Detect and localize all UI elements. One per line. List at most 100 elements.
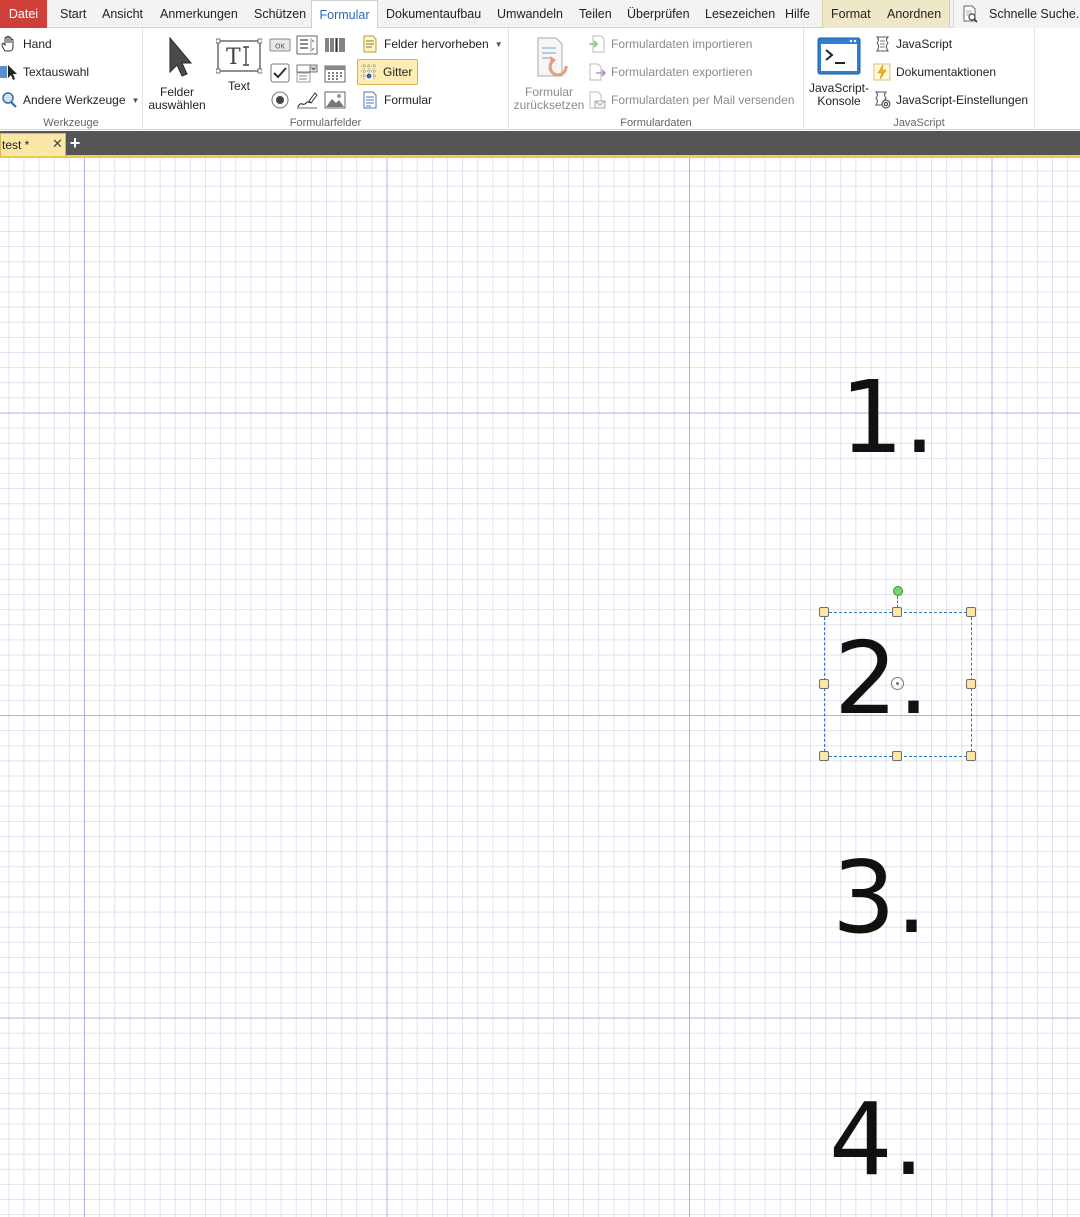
text-cursor-icon xyxy=(0,65,17,80)
form-button[interactable]: Formular xyxy=(361,88,432,112)
image-field-icon[interactable] xyxy=(324,90,346,110)
hand-icon xyxy=(1,35,14,52)
resize-handle-left[interactable] xyxy=(819,679,829,689)
resize-handle-right[interactable] xyxy=(966,679,976,689)
group-label-werkzeuge: Werkzeuge xyxy=(43,117,99,129)
list-box-icon[interactable] xyxy=(296,35,318,55)
document-search-icon xyxy=(963,5,978,23)
group-formulardaten: Formular zurücksetzen Formulardaten impo… xyxy=(509,28,804,130)
group-label-formulardaten: Formulardaten xyxy=(620,117,692,129)
tab-dokumentaufbau[interactable]: Dokumentaufbau xyxy=(386,0,481,28)
tab-teilen[interactable]: Teilen xyxy=(579,0,612,28)
group-label-javascript: JavaScript xyxy=(893,117,945,129)
document-tab-strip: test * ✕ + xyxy=(0,131,1080,158)
chevron-down-icon: ▼ xyxy=(131,95,140,105)
grid-icon xyxy=(361,64,377,80)
document-tab-label: test * xyxy=(2,138,30,152)
list-number-1: 1. xyxy=(840,359,936,476)
highlight-fields-dropdown[interactable]: Felder hervorheben ▼ xyxy=(361,32,503,56)
list-number-4: 4. xyxy=(829,1081,925,1198)
close-icon[interactable]: ✕ xyxy=(52,136,63,152)
javascript-settings-button[interactable]: JavaScript-Einstellungen xyxy=(873,88,1028,112)
tab-start[interactable]: Start xyxy=(60,0,86,28)
import-icon xyxy=(589,35,605,53)
import-form-data-button[interactable]: Formulardaten importieren xyxy=(588,32,752,56)
tab-anordnen[interactable]: Anordnen xyxy=(887,0,941,28)
ok-icon-label: OK xyxy=(275,43,286,51)
barcode-icon[interactable] xyxy=(324,35,346,55)
javascript-console-label-2: Konsole xyxy=(817,94,861,108)
form-document-icon xyxy=(363,91,377,109)
hand-tool-label: Hand xyxy=(23,37,52,51)
tab-ueberpruefen[interactable]: Überprüfen xyxy=(627,0,690,28)
javascript-label: JavaScript xyxy=(896,37,953,51)
combo-box-icon[interactable] xyxy=(296,63,318,83)
quick-search[interactable]: Schnelle Suche... xyxy=(953,0,1080,28)
ribbon: Hand Textauswahl Andere Werkzeuge ▼ Werk… xyxy=(0,28,1080,130)
text-select-tool-label: Textauswahl xyxy=(23,65,90,79)
date-field-icon[interactable] xyxy=(324,63,346,83)
text-field-label: Text xyxy=(227,79,250,93)
grid-toggle-button[interactable]: Gitter xyxy=(357,59,419,85)
menu-bar: Datei Start Ansicht Anmerkungen Schützen… xyxy=(0,0,1080,29)
tab-format[interactable]: Format xyxy=(831,0,871,28)
export-form-data-label: Formulardaten exportieren xyxy=(611,65,753,79)
reset-form-label-2: zurücksetzen xyxy=(513,98,585,112)
tab-hilfe[interactable]: Hilfe xyxy=(785,0,810,28)
signature-field-icon[interactable] xyxy=(296,90,318,110)
rotation-center-icon[interactable] xyxy=(891,677,904,690)
tab-formular[interactable]: Formular xyxy=(311,0,378,29)
text-field-icon: T xyxy=(216,38,262,74)
tab-schuetzen[interactable]: Schützen xyxy=(254,0,306,28)
resize-handle-top-right[interactable] xyxy=(966,607,976,617)
group-label-formularfelder: Formularfelder xyxy=(289,117,362,129)
tab-umwandeln[interactable]: Umwandeln xyxy=(497,0,563,28)
select-fields-button[interactable]: Felder auswählen xyxy=(147,36,207,112)
reset-form-icon xyxy=(537,37,568,77)
arrow-pointer-icon xyxy=(169,36,192,77)
javascript-console-button[interactable]: JavaScript- Konsole xyxy=(806,36,872,108)
javascript-button[interactable]: JavaScript xyxy=(873,32,952,56)
radio-button-icon[interactable] xyxy=(269,90,291,110)
text-select-tool-button[interactable]: Textauswahl xyxy=(0,60,89,84)
grid-toggle-label: Gitter xyxy=(383,65,413,79)
svg-text:T: T xyxy=(226,45,241,70)
quick-search-label: Schnelle Suche... xyxy=(989,7,1080,21)
reset-form-button[interactable]: Formular zurücksetzen xyxy=(513,36,585,112)
chevron-down-icon: ▼ xyxy=(494,39,503,49)
resize-handle-top-left[interactable] xyxy=(819,607,829,617)
mail-form-data-button[interactable]: Formulardaten per Mail versenden xyxy=(588,88,794,112)
group-formularfelder: Felder auswählen T Text OK Felder hervor… xyxy=(143,28,509,130)
select-fields-label-2: auswählen xyxy=(148,98,206,112)
new-tab-plus-icon[interactable]: + xyxy=(67,134,83,152)
tab-lesezeichen[interactable]: Lesezeichen xyxy=(705,0,775,28)
resize-handle-bottom-left[interactable] xyxy=(819,751,829,761)
hand-tool-button[interactable]: Hand xyxy=(0,32,52,56)
document-actions-label: Dokumentaktionen xyxy=(896,65,997,79)
javascript-settings-label: JavaScript-Einstellungen xyxy=(896,93,1029,107)
console-icon xyxy=(817,37,861,75)
magnifier-tools-icon xyxy=(2,92,17,108)
tab-anmerkungen[interactable]: Anmerkungen xyxy=(160,0,238,28)
resize-handle-bottom-right[interactable] xyxy=(966,751,976,761)
form-button-label: Formular xyxy=(384,93,433,107)
text-field-button[interactable]: T Text xyxy=(214,38,264,93)
tab-ansicht[interactable]: Ansicht xyxy=(102,0,143,28)
document-actions-button[interactable]: Dokumentaktionen xyxy=(873,60,996,84)
list-number-3: 3. xyxy=(832,839,928,956)
group-werkzeuge: Hand Textauswahl Andere Werkzeuge ▼ Werk… xyxy=(0,28,143,130)
checkbox-icon[interactable] xyxy=(269,63,291,83)
export-form-data-button[interactable]: Formulardaten exportieren xyxy=(588,60,752,84)
other-tools-dropdown[interactable]: Andere Werkzeuge ▼ xyxy=(0,88,139,112)
resize-handle-bottom[interactable] xyxy=(892,751,902,761)
highlight-document-icon xyxy=(363,35,377,53)
import-form-data-label: Formulardaten importieren xyxy=(611,37,753,51)
document-tab[interactable]: test * ✕ xyxy=(0,133,66,156)
resize-handle-top[interactable] xyxy=(892,607,902,617)
script-scroll-icon xyxy=(875,36,890,52)
push-button-icon[interactable]: OK xyxy=(269,35,291,55)
highlight-fields-label: Felder hervorheben xyxy=(384,37,489,51)
rotation-handle[interactable] xyxy=(893,586,903,596)
tab-datei[interactable]: Datei xyxy=(0,0,47,28)
script-gear-icon xyxy=(874,91,891,109)
